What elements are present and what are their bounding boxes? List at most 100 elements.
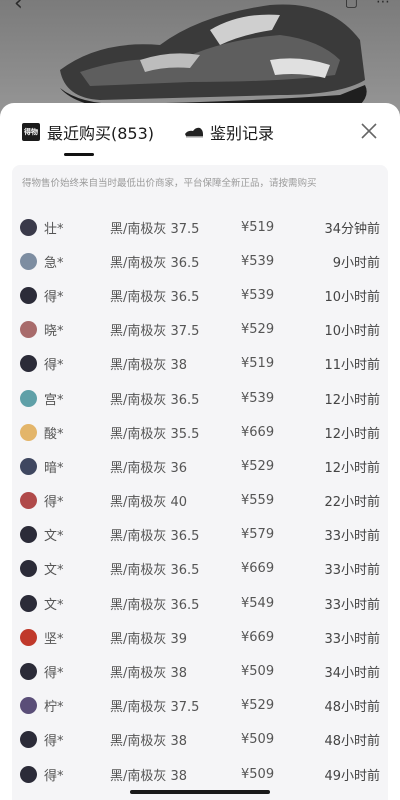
purchase-time: 48小时前 — [324, 700, 380, 716]
buyer-name: 晓* — [44, 324, 64, 340]
purchase-time: 12小时前 — [324, 392, 380, 408]
list-item: 宫* 黑/南极灰 36.5 ¥539 12小时前 — [12, 381, 388, 415]
purchase-list: 壮* 黑/南极灰 37.5 ¥519 34分钟前 急* 黑/南极灰 36.5 ¥539 9小时… — [12, 210, 388, 791]
dewu-logo-icon: 得物 — [22, 123, 40, 141]
product-spec: 黑/南极灰 35.5 — [110, 426, 200, 442]
avatar — [20, 628, 37, 646]
product-spec: 黑/南极灰 36 — [110, 460, 188, 476]
avatar — [20, 355, 37, 373]
purchase-time: 12小时前 — [324, 426, 380, 442]
product-spec: 黑/南极灰 36.5 — [110, 597, 200, 613]
product-spec: 黑/南极灰 38 — [110, 734, 188, 750]
purchase-price: ¥529 — [241, 698, 275, 714]
avatar — [20, 492, 37, 510]
list-item: 得* 黑/南极灰 36.5 ¥539 10小时前 — [12, 278, 388, 312]
purchase-price: ¥559 — [241, 493, 275, 509]
purchase-time: 22小时前 — [324, 495, 380, 511]
buyer-name: 得* — [44, 666, 64, 682]
tab-authentication-records-label: 鉴别记录 — [210, 124, 275, 143]
list-item: 急* 黑/南极灰 36.5 ¥539 9小时前 — [12, 244, 388, 278]
product-spec: 黑/南极灰 36.5 — [110, 392, 200, 408]
buyer-name: 文* — [44, 597, 64, 613]
product-spec: 黑/南极灰 38 — [110, 358, 188, 374]
avatar — [20, 286, 37, 304]
purchase-price: ¥509 — [241, 766, 275, 782]
purchase-time: 48小时前 — [324, 734, 380, 750]
recent-purchases-sheet: 得物 最近购买(853) 鉴别记录 得物售价始终来自当时最低出价商家，平台保障全… — [0, 103, 400, 800]
buyer-name: 宫* — [44, 392, 64, 408]
list-item: 得* 黑/南极灰 38 ¥509 48小时前 — [12, 723, 388, 757]
avatar — [20, 457, 37, 475]
purchase-time: 33小时前 — [324, 563, 380, 579]
list-item: 得* 黑/南极灰 40 ¥559 22小时前 — [12, 484, 388, 518]
product-spec: 黑/南极灰 40 — [110, 495, 188, 511]
tab-recent-purchases-label: 最近购买(853) — [47, 124, 155, 143]
avatar — [20, 321, 37, 339]
purchase-list-container[interactable]: 得物售价始终来自当时最低出价商家，平台保障全新正品，请按需购买 壮* 黑/南极灰 … — [12, 165, 388, 800]
list-item: 得* 黑/南极灰 38 ¥509 49小时前 — [12, 757, 388, 791]
purchase-price: ¥509 — [241, 732, 275, 748]
purchase-time: 12小时前 — [324, 460, 380, 476]
purchase-time: 33小时前 — [324, 529, 380, 545]
avatar — [20, 423, 37, 441]
purchase-price: ¥549 — [241, 595, 275, 611]
purchase-price: ¥669 — [241, 561, 275, 577]
avatar — [20, 697, 37, 715]
product-spec: 黑/南极灰 38 — [110, 666, 188, 682]
list-item: 坚* 黑/南极灰 39 ¥669 33小时前 — [12, 620, 388, 654]
avatar — [20, 594, 37, 612]
avatar — [20, 218, 37, 236]
purchase-time: 34分钟前 — [324, 221, 380, 237]
tab-recent-purchases[interactable]: 得物 最近购买(853) — [22, 120, 154, 144]
product-spec: 黑/南极灰 36.5 — [110, 563, 200, 579]
purchase-price: ¥539 — [241, 253, 275, 269]
buyer-name: 得* — [44, 734, 64, 750]
buyer-name: 壮* — [44, 221, 64, 237]
avatar — [20, 252, 37, 270]
buyer-name: 暗* — [44, 460, 64, 476]
purchase-time: 33小时前 — [324, 597, 380, 613]
buyer-name: 得* — [44, 495, 64, 511]
purchase-price: ¥529 — [241, 458, 275, 474]
sneaker-icon — [185, 127, 204, 138]
list-item: 柠* 黑/南极灰 37.5 ¥529 48小时前 — [12, 689, 388, 723]
back-arrow-icon[interactable]: ‹ — [14, 0, 38, 15]
purchase-price: ¥669 — [241, 424, 275, 440]
product-spec: 黑/南极灰 38 — [110, 768, 188, 784]
purchase-price: ¥509 — [241, 664, 275, 680]
avatar — [20, 560, 37, 578]
active-tab-indicator — [64, 153, 94, 156]
buyer-name: 柠* — [44, 700, 64, 716]
product-spec: 黑/南极灰 36.5 — [110, 255, 200, 271]
avatar — [20, 663, 37, 681]
buyer-name: 酸* — [44, 426, 64, 442]
purchase-price: ¥519 — [241, 356, 275, 372]
purchase-time: 10小时前 — [324, 289, 380, 305]
buyer-name: 得* — [44, 768, 64, 784]
product-spec: 黑/南极灰 37.5 — [110, 324, 200, 340]
product-spec: 黑/南极灰 36.5 — [110, 289, 200, 305]
purchase-time: 10小时前 — [324, 324, 380, 340]
purchase-time: 34小时前 — [324, 666, 380, 682]
list-item: 得* 黑/南极灰 38 ¥519 11小时前 — [12, 347, 388, 381]
purchase-time: 9小时前 — [332, 255, 380, 271]
avatar — [20, 389, 37, 407]
list-item: 暗* 黑/南极灰 36 ¥529 12小时前 — [12, 449, 388, 483]
list-item: 壮* 黑/南极灰 37.5 ¥519 34分钟前 — [12, 210, 388, 244]
buyer-name: 坚* — [44, 631, 64, 647]
purchase-price: ¥539 — [241, 287, 275, 303]
purchase-price: ¥539 — [241, 390, 275, 406]
tab-authentication-records[interactable]: 鉴别记录 — [184, 120, 274, 144]
buyer-name: 急* — [44, 255, 64, 271]
purchase-time: 11小时前 — [324, 358, 380, 374]
price-notice: 得物售价始终来自当时最低出价商家，平台保障全新正品，请按需购买 — [22, 178, 317, 189]
purchase-price: ¥579 — [241, 527, 275, 543]
avatar — [20, 731, 37, 749]
close-icon[interactable] — [360, 122, 378, 140]
buyer-name: 文* — [44, 529, 64, 545]
list-item: 文* 黑/南极灰 36.5 ¥669 33小时前 — [12, 552, 388, 586]
buyer-name: 得* — [44, 289, 64, 305]
list-item: 酸* 黑/南极灰 35.5 ¥669 12小时前 — [12, 415, 388, 449]
product-spec: 黑/南极灰 36.5 — [110, 529, 200, 545]
buyer-name: 文* — [44, 563, 64, 579]
